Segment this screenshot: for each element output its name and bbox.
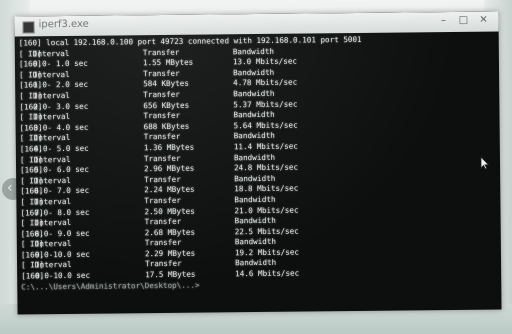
row-interval: 0.0- 1.0 sec: [32, 58, 88, 69]
header-interval: Interval: [34, 218, 72, 228]
header-bandwidth: Bandwidth: [233, 109, 275, 120]
console-icon: [22, 21, 35, 34]
window-title: iperf3.exe: [38, 18, 89, 31]
header-transfer: Transfer: [144, 195, 182, 206]
photo-scene: ‹ iperf3.exe – □ ✕ [160] local 192.168.0…: [0, 0, 512, 334]
row-bandwidth: 14.6 Mbits/sec: [235, 268, 300, 279]
row-interval: 7.0- 8.0 sec: [34, 207, 90, 217]
header-interval: Interval: [34, 196, 72, 207]
header-interval: Interval: [33, 133, 71, 143]
row-interval: 1.0- 2.0 sec: [33, 80, 89, 90]
header-transfer: Transfer: [144, 216, 182, 227]
window-controls: – □ ✕: [434, 14, 494, 31]
row-transfer: 2.24 MBytes: [144, 184, 195, 195]
console-output[interactable]: [160] local 192.168.0.100 port 49723 con…: [19, 33, 502, 314]
row-interval: 4.0- 5.0 sec: [33, 143, 89, 154]
row-interval: 0.0-10.0 sec: [35, 270, 91, 281]
header-interval: Interval: [33, 154, 71, 164]
header-transfer: Transfer: [144, 174, 181, 184]
row-bandwidth: 5.37 Mbits/sec: [233, 99, 298, 109]
row-bandwidth: 18.8 Mbits/sec: [234, 183, 299, 194]
header-bandwidth: Bandwidth: [234, 194, 276, 205]
row-transfer: 1.55 MBytes: [142, 57, 194, 68]
results-rows: [ ID] Interval Transfer Bandwidth [160] 0.0- …: [19, 44, 501, 282]
row-transfer: 2.50 MBytes: [144, 206, 195, 216]
row-bandwidth: 22.5 Mbits/sec: [234, 226, 299, 236]
row-bandwidth: 21.0 Mbits/sec: [234, 205, 299, 215]
window-titlebar[interactable]: iperf3.exe – □ ✕: [14, 11, 499, 37]
header-transfer: Transfer: [143, 110, 181, 121]
row-transfer: 584 KBytes: [143, 79, 189, 89]
header-bandwidth: Bandwidth: [233, 152, 276, 162]
row-bandwidth: 5.64 Mbits/sec: [233, 120, 298, 131]
header-transfer: Transfer: [143, 132, 181, 142]
header-bandwidth: Bandwidth: [234, 237, 277, 247]
prompt-text: C:\...\Users\Administrator\Desktop\...>: [21, 280, 200, 292]
row-bandwidth: 13.0 Mbits/sec: [232, 56, 297, 67]
maximize-icon[interactable]: □: [454, 14, 472, 28]
header-interval: Interval: [33, 112, 71, 122]
close-icon[interactable]: ✕: [474, 14, 492, 28]
mouse-pointer-icon: [480, 156, 490, 170]
row-interval: 8.0- 9.0 sec: [34, 228, 90, 239]
header-interval: Interval: [32, 48, 70, 58]
header-transfer: Transfer: [145, 259, 182, 269]
row-interval: 6.0- 7.0 sec: [34, 186, 90, 196]
header-transfer: Transfer: [144, 238, 182, 248]
row-bandwidth: 24.8 Mbits/sec: [234, 162, 299, 173]
header-bandwidth: Bandwidth: [235, 258, 277, 268]
header-bandwidth: Bandwidth: [233, 88, 275, 99]
row-interval: 3.0- 4.0 sec: [33, 122, 89, 133]
row-bandwidth: 4.78 Mbits/sec: [233, 77, 298, 88]
header-interval: Interval: [33, 90, 70, 101]
header-bandwidth: Bandwidth: [234, 215, 276, 226]
header-interval: Interval: [34, 175, 71, 186]
row-bandwidth: 11.4 Mbits/sec: [233, 141, 298, 152]
header-bandwidth: Bandwidth: [233, 131, 275, 141]
header-interval: Interval: [35, 260, 72, 270]
header-transfer: Transfer: [143, 89, 180, 100]
minimize-icon[interactable]: –: [434, 14, 452, 28]
row-transfer: 2.68 MBytes: [144, 227, 196, 237]
row-interval: 2.0- 3.0 sec: [33, 101, 89, 111]
row-interval: 5.0- 6.0 sec: [34, 164, 89, 175]
row-transfer: 688 KBytes: [143, 121, 190, 131]
row-transfer: 1.36 MBytes: [143, 142, 195, 153]
row-transfer: 17.5 MBytes: [145, 269, 196, 280]
header-bandwidth: Bandwidth: [232, 46, 275, 56]
row-transfer: 656 KBytes: [143, 100, 190, 110]
header-transfer: Transfer: [142, 47, 180, 57]
command-prompt-window: iperf3.exe – □ ✕ [160] local 192.168.0.1…: [14, 11, 502, 315]
row-transfer: 2.96 MBytes: [144, 163, 195, 174]
header-transfer: Transfer: [143, 153, 181, 163]
header-interval: Interval: [34, 239, 72, 249]
